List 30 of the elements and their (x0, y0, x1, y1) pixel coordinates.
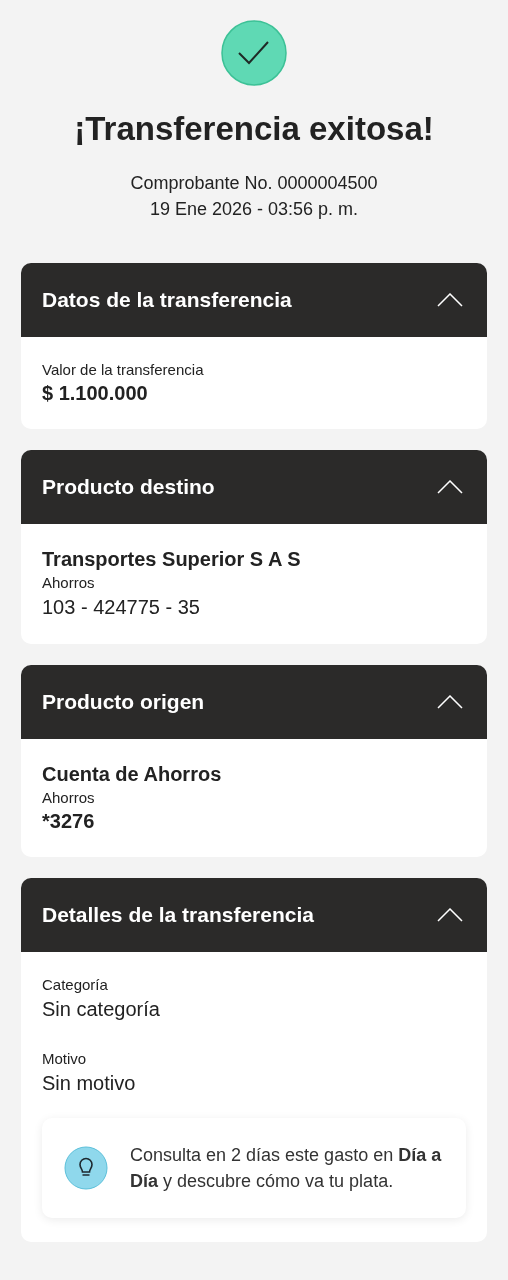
field-label: Motivo (42, 1049, 87, 1069)
field-value: Sin categoría (42, 997, 160, 1022)
chevron-icon[interactable] (437, 908, 463, 922)
section-title: Detalles de la transferencia (42, 903, 314, 927)
field-label: Ahorros (42, 573, 95, 593)
product-name: Transportes Superior S A S (42, 547, 301, 572)
section-header[interactable]: Datos de la transferencia (21, 263, 487, 337)
chevron-icon[interactable] (437, 695, 463, 709)
amount-text: *3276 (42, 809, 95, 833)
section-title: Datos de la transferencia (42, 288, 292, 312)
product-name: Cuenta de Ahorros (42, 762, 222, 787)
section-title: Producto destino (42, 475, 215, 499)
amount-text: $ 1.100.000 (42, 381, 148, 405)
section-header[interactable]: Detalles de la transferencia (21, 878, 487, 952)
field-label: Categoría (42, 975, 108, 995)
tip-text: Consulta en 2 días este gasto en Día a Día y descubre cómo va tu plata. (130, 1144, 443, 1193)
lightbulb-icon (64, 1146, 108, 1190)
chevron-icon[interactable] (437, 293, 463, 307)
transfer-datetime: 19 Ene 2026 - 03:56 p. m. (149, 198, 359, 221)
field-label: Valor de la transferencia (42, 360, 204, 380)
section-header[interactable]: Producto destino (21, 450, 487, 524)
field-value: 103 - 424775 - 35 (42, 595, 200, 620)
field-label: Ahorros (42, 788, 95, 808)
section-header[interactable]: Producto origen (21, 665, 487, 739)
section-title: Producto origen (42, 690, 205, 714)
success-check-icon (221, 20, 287, 86)
success-title: ¡Transferencia exitosa! (74, 110, 434, 148)
receipt-number: Comprobante No. 0000004500 (130, 172, 378, 195)
field-value: Sin motivo (42, 1071, 136, 1096)
chevron-icon[interactable] (437, 480, 463, 494)
